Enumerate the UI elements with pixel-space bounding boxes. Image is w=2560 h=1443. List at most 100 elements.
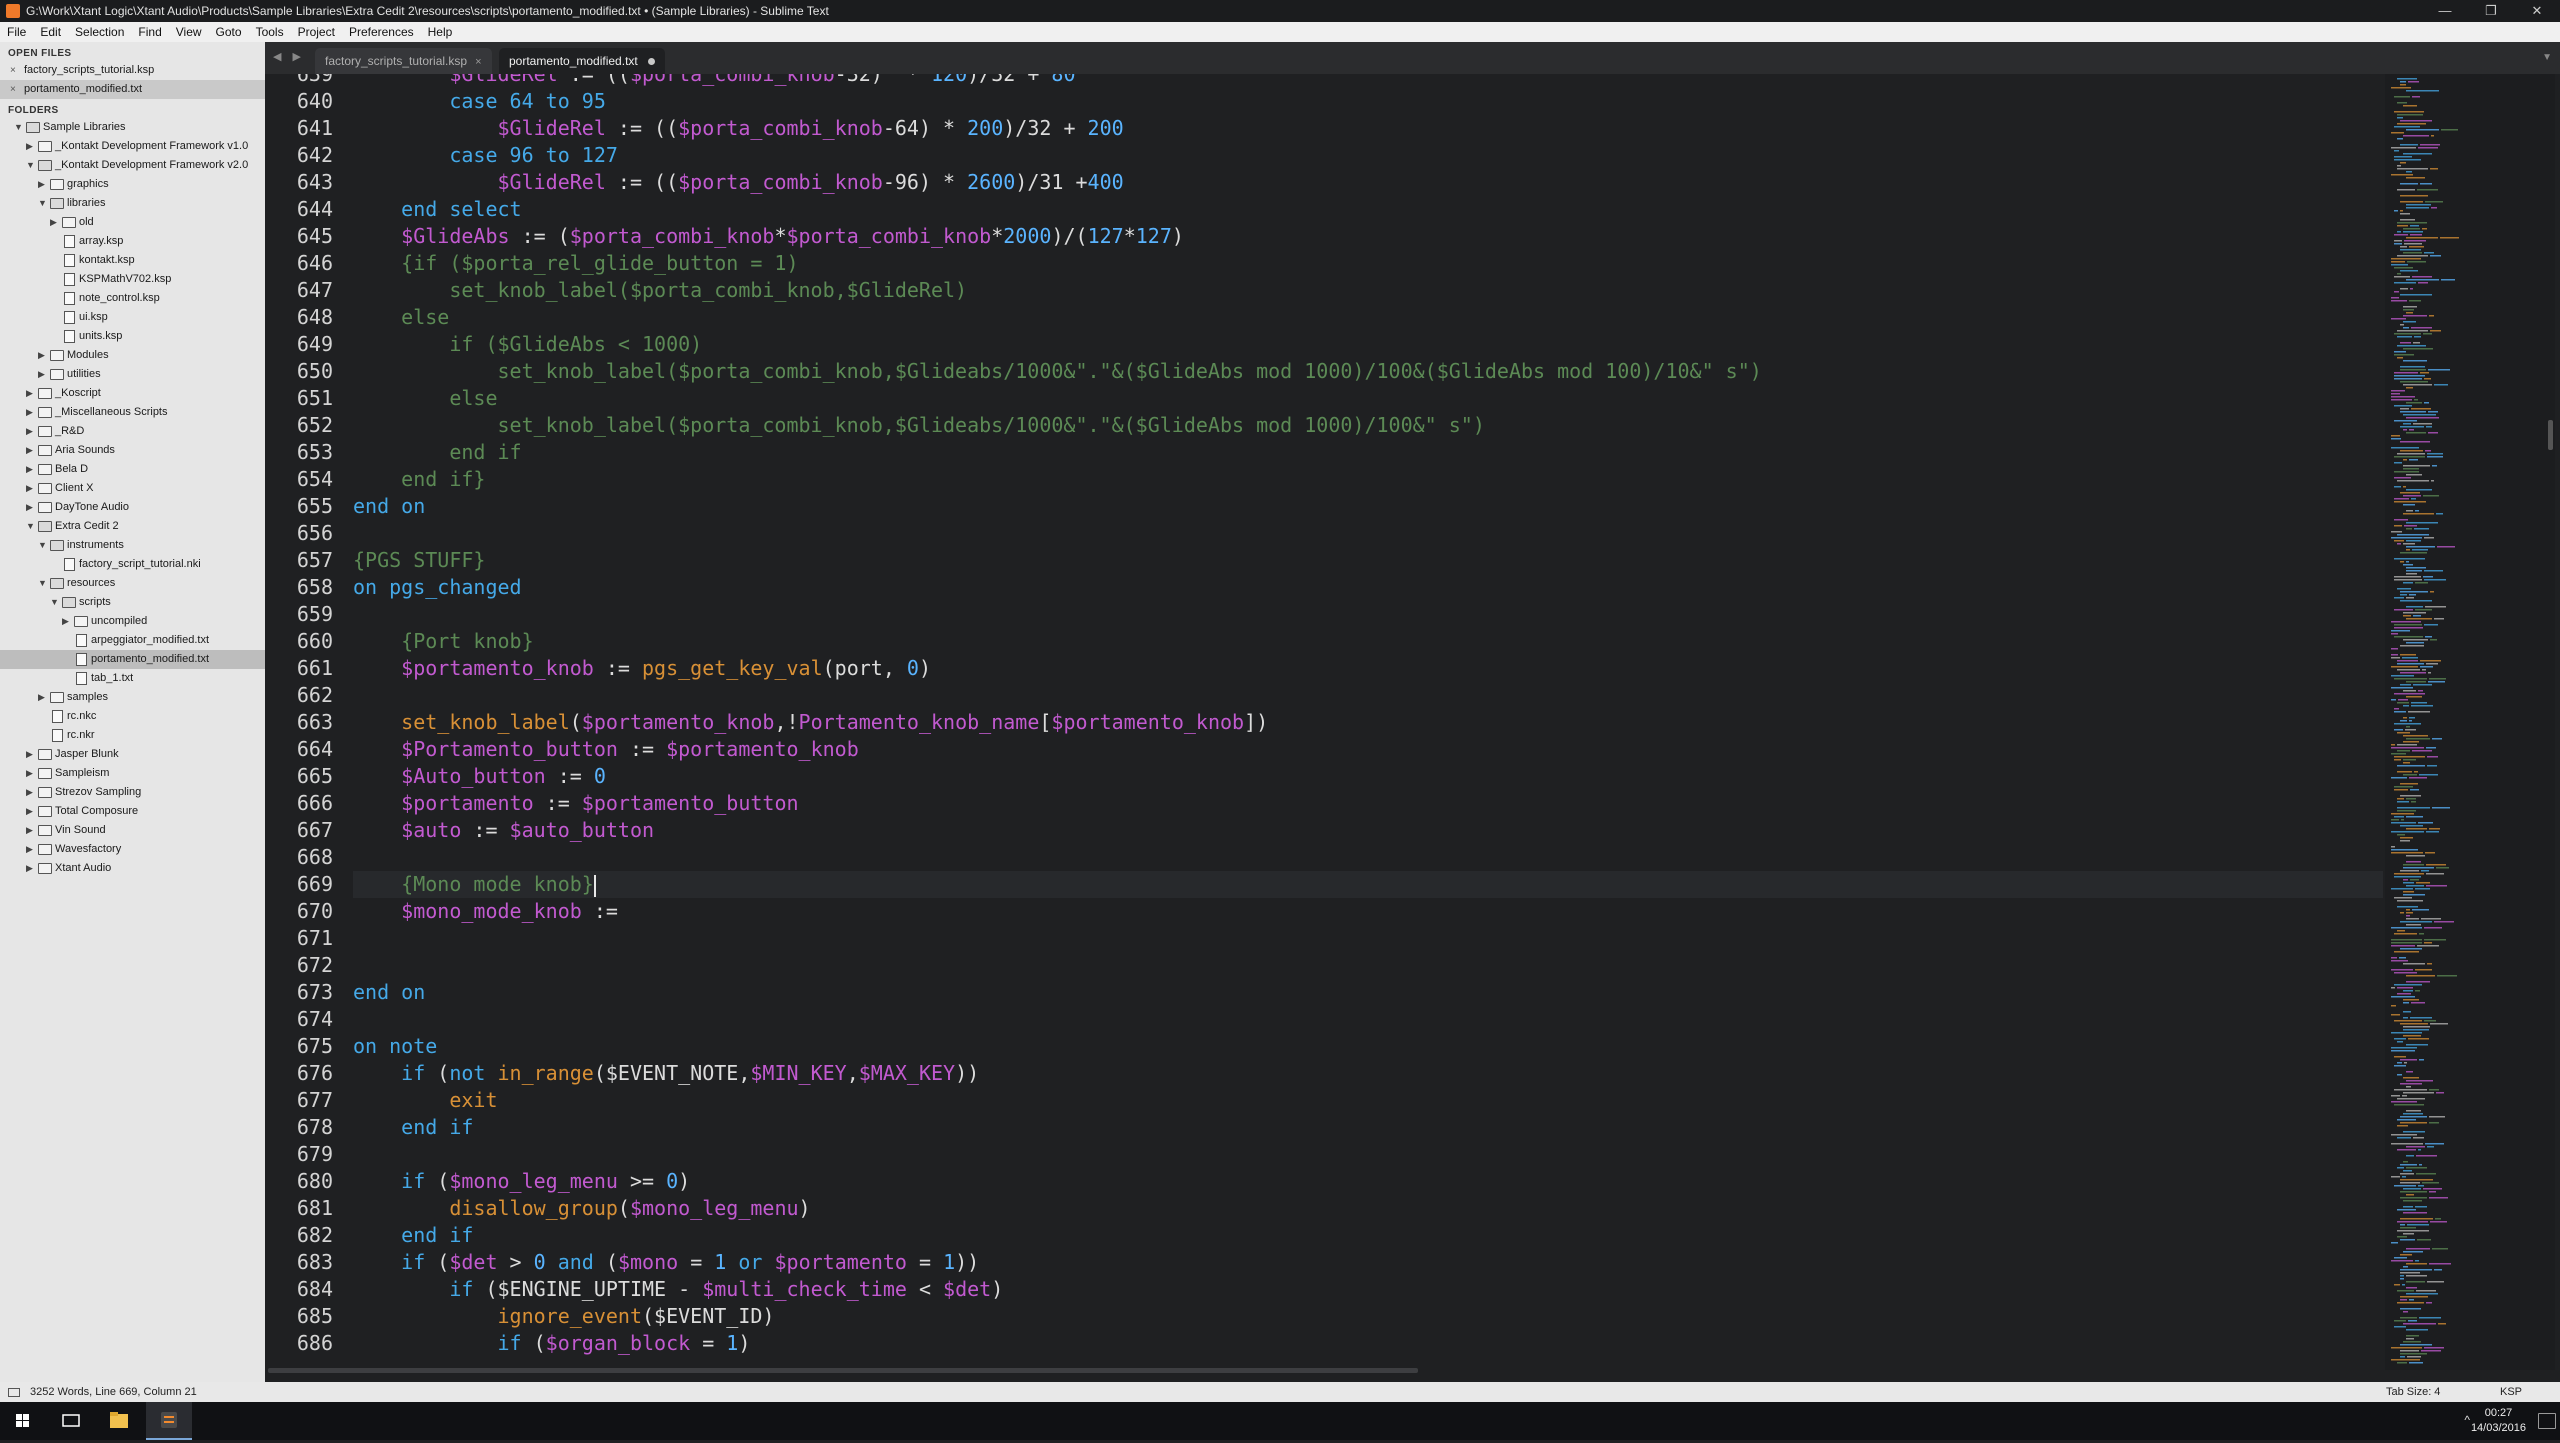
code-line[interactable]: else bbox=[353, 385, 2383, 412]
code-line[interactable]: {Port knob} bbox=[353, 628, 2383, 655]
tree-file-item[interactable]: rc.nkc bbox=[0, 707, 265, 726]
menu-file[interactable]: File bbox=[0, 22, 33, 42]
collapse-arrow-icon[interactable]: ▼ bbox=[26, 517, 36, 536]
tree-folder-item[interactable]: ▶ Wavesfactory bbox=[0, 840, 265, 859]
code-line[interactable]: on pgs_changed bbox=[353, 574, 2383, 601]
tree-file-item[interactable]: factory_script_tutorial.nki bbox=[0, 555, 265, 574]
code-line[interactable]: case 96 to 127 bbox=[353, 142, 2383, 169]
tray-expand-icon[interactable]: ^ bbox=[2464, 1413, 2470, 1427]
open-file-item[interactable]: × portamento_modified.txt bbox=[0, 80, 265, 99]
tree-folder-item[interactable]: ▼ libraries bbox=[0, 194, 265, 213]
expand-arrow-icon[interactable]: ▶ bbox=[26, 384, 36, 403]
code-line[interactable]: set_knob_label($porta_combi_knob,$GlideR… bbox=[353, 277, 2383, 304]
tree-folder-item[interactable]: ▶ Jasper Blunk bbox=[0, 745, 265, 764]
code-editor[interactable]: 639 640 641 642 643 644 645 646 647 648 649 650 651 6… bbox=[265, 74, 2385, 1370]
code-line[interactable]: end if bbox=[353, 439, 2383, 466]
tree-file-item[interactable]: portamento_modified.txt bbox=[0, 650, 265, 669]
tree-folder-item[interactable]: ▶ old bbox=[0, 213, 265, 232]
tree-file-item[interactable]: tab_1.txt bbox=[0, 669, 265, 688]
menu-project[interactable]: Project bbox=[291, 22, 342, 42]
code-line[interactable]: $mono_mode_knob := bbox=[353, 898, 2383, 925]
vertical-scrollbar-thumb[interactable] bbox=[2548, 420, 2553, 450]
menu-tools[interactable]: Tools bbox=[249, 22, 291, 42]
code-line[interactable]: {if ($porta_rel_glide_button = 1) bbox=[353, 250, 2383, 277]
tab-nav-arrows-icon[interactable]: ◀ ▶ bbox=[273, 50, 305, 63]
expand-arrow-icon[interactable]: ▶ bbox=[38, 346, 48, 365]
close-button[interactable]: ✕ bbox=[2514, 0, 2560, 22]
code-line[interactable]: set_knob_label($porta_combi_knob,$Glidea… bbox=[353, 358, 2383, 385]
code-line[interactable]: case 64 to 95 bbox=[353, 88, 2383, 115]
code-line[interactable]: $GlideRel := (($porta_combi_knob-96) * 2… bbox=[353, 169, 2383, 196]
tab-dropdown-icon[interactable]: ▼ bbox=[2542, 52, 2552, 63]
tree-folder-item[interactable]: ▶ Xtant Audio bbox=[0, 859, 265, 878]
expand-arrow-icon[interactable]: ▶ bbox=[26, 802, 36, 821]
tree-folder-item[interactable]: ▶ DayTone Audio bbox=[0, 498, 265, 517]
tree-folder-item[interactable]: ▼ Sample Libraries bbox=[0, 118, 265, 137]
tree-folder-item[interactable]: ▶ Modules bbox=[0, 346, 265, 365]
code-line[interactable]: exit bbox=[353, 1087, 2383, 1114]
unsaved-dot-icon[interactable] bbox=[647, 58, 655, 66]
tree-file-item[interactable]: KSPMathV702.ksp bbox=[0, 270, 265, 289]
code-line[interactable]: if (not in_range($EVENT_NOTE,$MIN_KEY,$M… bbox=[353, 1060, 2383, 1087]
tree-file-item[interactable]: rc.nkr bbox=[0, 726, 265, 745]
syntax-selector[interactable]: KSP bbox=[2500, 1382, 2522, 1402]
code-line[interactable]: else bbox=[353, 304, 2383, 331]
menu-help[interactable]: Help bbox=[421, 22, 460, 42]
code-line[interactable]: $auto := $auto_button bbox=[353, 817, 2383, 844]
code-line[interactable] bbox=[353, 1006, 2383, 1033]
expand-arrow-icon[interactable]: ▶ bbox=[38, 175, 48, 194]
tree-file-item[interactable]: kontakt.ksp bbox=[0, 251, 265, 270]
menu-edit[interactable]: Edit bbox=[33, 22, 68, 42]
expand-arrow-icon[interactable]: ▶ bbox=[26, 479, 36, 498]
tree-file-item[interactable]: array.ksp bbox=[0, 232, 265, 251]
code-line[interactable] bbox=[353, 1141, 2383, 1168]
tree-folder-item[interactable]: ▶ Strezov Sampling bbox=[0, 783, 265, 802]
tree-folder-item[interactable]: ▼ instruments bbox=[0, 536, 265, 555]
code-line[interactable] bbox=[353, 601, 2383, 628]
tree-folder-item[interactable]: ▶ utilities bbox=[0, 365, 265, 384]
code-line[interactable] bbox=[353, 520, 2383, 547]
task-view-button[interactable] bbox=[48, 1402, 94, 1440]
code-line[interactable]: $portamento := $portamento_button bbox=[353, 790, 2383, 817]
tree-folder-item[interactable]: ▶ _Koscript bbox=[0, 384, 265, 403]
expand-arrow-icon[interactable]: ▶ bbox=[26, 403, 36, 422]
tree-folder-item[interactable]: ▶ graphics bbox=[0, 175, 265, 194]
code-line[interactable]: end if bbox=[353, 1222, 2383, 1249]
expand-arrow-icon[interactable]: ▶ bbox=[26, 840, 36, 859]
code-line[interactable]: if ($mono_leg_menu >= 0) bbox=[353, 1168, 2383, 1195]
expand-arrow-icon[interactable]: ▶ bbox=[26, 137, 36, 156]
collapse-arrow-icon[interactable]: ▼ bbox=[38, 536, 48, 555]
tree-folder-item[interactable]: ▶ Aria Sounds bbox=[0, 441, 265, 460]
start-button[interactable] bbox=[0, 1402, 46, 1440]
tree-folder-item[interactable]: ▶ Client X bbox=[0, 479, 265, 498]
code-line[interactable] bbox=[353, 844, 2383, 871]
tab-close-icon[interactable]: × bbox=[475, 56, 481, 68]
close-file-icon[interactable]: × bbox=[10, 80, 16, 99]
code-area[interactable]: $GlideRel := (($porta_combi_knob-32) * 1… bbox=[353, 74, 2383, 1357]
collapse-arrow-icon[interactable]: ▼ bbox=[50, 593, 60, 612]
expand-arrow-icon[interactable]: ▶ bbox=[26, 441, 36, 460]
menu-preferences[interactable]: Preferences bbox=[342, 22, 421, 42]
menu-goto[interactable]: Goto bbox=[209, 22, 249, 42]
code-line[interactable]: $Portamento_button := $portamento_knob bbox=[353, 736, 2383, 763]
code-line[interactable]: end select bbox=[353, 196, 2383, 223]
open-file-item[interactable]: × factory_scripts_tutorial.ksp bbox=[0, 61, 265, 80]
code-line[interactable] bbox=[353, 925, 2383, 952]
code-line[interactable]: if ($ENGINE_UPTIME - $multi_check_time <… bbox=[353, 1276, 2383, 1303]
code-line[interactable]: {Mono mode knob} bbox=[353, 871, 2383, 898]
expand-arrow-icon[interactable]: ▶ bbox=[26, 783, 36, 802]
expand-arrow-icon[interactable]: ▶ bbox=[26, 859, 36, 878]
expand-arrow-icon[interactable]: ▶ bbox=[38, 365, 48, 384]
file-explorer-button[interactable] bbox=[96, 1402, 142, 1440]
tree-folder-item[interactable]: ▶ Total Composure bbox=[0, 802, 265, 821]
code-line[interactable]: set_knob_label($portamento_knob,!Portame… bbox=[353, 709, 2383, 736]
tree-folder-item[interactable]: ▶ samples bbox=[0, 688, 265, 707]
code-line[interactable]: end on bbox=[353, 493, 2383, 520]
horizontal-scrollbar[interactable] bbox=[268, 1368, 1418, 1373]
close-file-icon[interactable]: × bbox=[10, 61, 16, 80]
tree-folder-item[interactable]: ▶ Vin Sound bbox=[0, 821, 265, 840]
code-line[interactable]: $Auto_button := 0 bbox=[353, 763, 2383, 790]
tree-file-item[interactable]: units.ksp bbox=[0, 327, 265, 346]
tree-folder-item[interactable]: ▶ uncompiled bbox=[0, 612, 265, 631]
tree-folder-item[interactable]: ▼ resources bbox=[0, 574, 265, 593]
